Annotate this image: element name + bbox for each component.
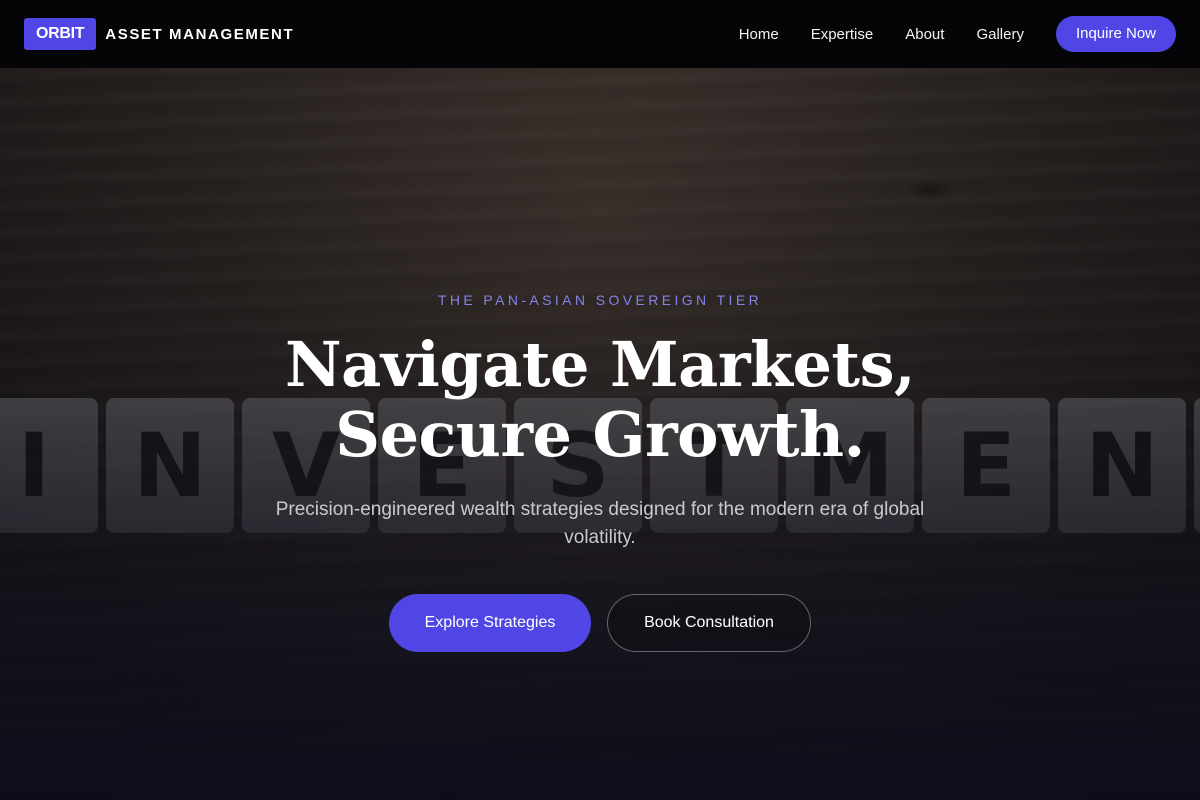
nav-link-expertise[interactable]: Expertise — [811, 26, 874, 43]
nav-link-home[interactable]: Home — [739, 26, 779, 43]
hero-headline: Navigate Markets, Secure Growth. — [284, 328, 916, 471]
brand-badge: ORBIT — [24, 18, 97, 50]
hero-eyebrow: THE PAN-ASIAN SOVEREIGN TIER — [437, 292, 763, 308]
inquire-now-button[interactable]: Inquire Now — [1055, 16, 1176, 52]
hero-headline-line2: Secure Growth. — [335, 398, 865, 471]
top-navbar: ORBIT ASSET MANAGEMENT Home Expertise Ab… — [0, 0, 1200, 68]
nav-link-about[interactable]: About — [905, 26, 944, 43]
brand-logo[interactable]: ORBIT ASSET MANAGEMENT — [24, 18, 294, 50]
book-consultation-button[interactable]: Book Consultation — [607, 594, 811, 652]
hero-subtitle: Precision-engineered wealth strategies d… — [275, 499, 925, 548]
nav-link-gallery[interactable]: Gallery — [976, 26, 1024, 43]
hero-section: I N V E S T M E N T THE PAN-ASIAN SOVERE… — [0, 68, 1200, 800]
nav-right: Home Expertise About Gallery Inquire Now — [739, 16, 1176, 52]
brand-name: ASSET MANAGEMENT — [105, 25, 295, 43]
hero-headline-line1: Navigate Markets, — [284, 328, 916, 401]
hero-content: THE PAN-ASIAN SOVEREIGN TIER Navigate Ma… — [0, 68, 1200, 800]
nav-links: Home Expertise About Gallery — [739, 26, 1024, 43]
explore-strategies-button[interactable]: Explore Strategies — [389, 594, 591, 652]
hero-cta-row: Explore Strategies Book Consultation — [389, 594, 811, 652]
